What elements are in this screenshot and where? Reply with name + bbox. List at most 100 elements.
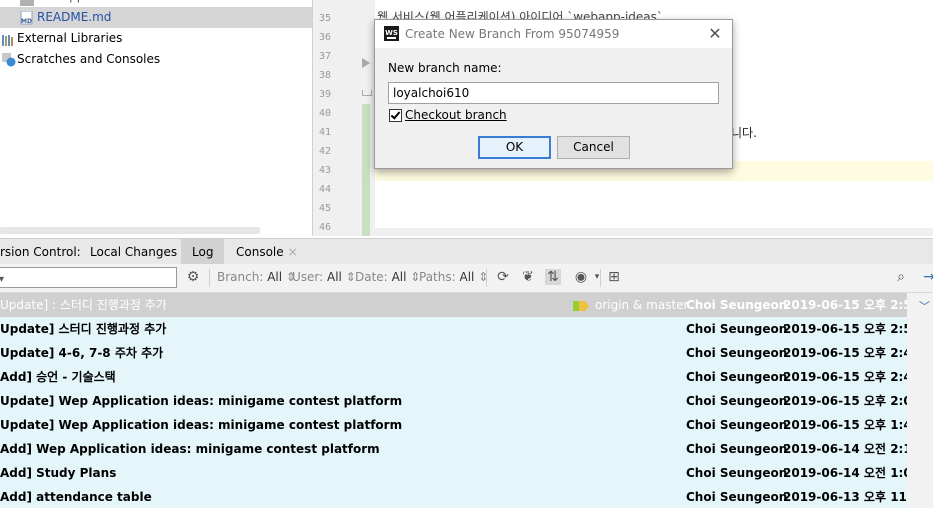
line-number: 41 [318,127,331,138]
commit-date: 2019-06-13 오후 11:4 [783,490,907,504]
cherry-pick-icon[interactable]: ❦ [520,269,536,285]
library-icon [2,32,16,46]
paths-filter[interactable]: Paths: All ⇕ [419,270,488,284]
webstorm-app-icon: WS [384,26,399,41]
commit-date: 2019-06-15 오후 2:43 [783,370,907,384]
commit-message: Update] 스터디 진행과정 추가 [0,322,167,336]
version-control-label: rsion Control: [0,245,81,259]
commit-date: 2019-06-15 오후 1:43 [783,418,907,432]
tree-item-scratches[interactable]: Scratches and Consoles [0,49,312,70]
ref-labels: origin & master [573,293,688,317]
svg-text:MD: MD [21,18,32,25]
chevron-down-icon[interactable]: ﹀ [919,298,930,314]
gear-icon[interactable]: ⚙ [185,269,201,285]
line-number: 45 [318,203,331,214]
fold-end-icon[interactable] [362,90,372,96]
tab-log[interactable]: Log [181,239,224,265]
tree-item-label: README.md [37,10,112,24]
line-number: 35 [318,13,331,24]
table-row[interactable]: Add] 승언 - 기술스택 Choi Seungeon 2019-06-15 … [0,365,907,389]
toolbar-separator [209,269,210,287]
dialog-titlebar[interactable]: WS Create New Branch From 95074959 ✕ [375,20,732,48]
table-row[interactable]: Add] attendance table Choi Seungeon 2019… [0,485,907,508]
commit-message: Update] Wep Application ideas: minigame … [0,418,403,432]
commit-date: 2019-06-15 오후 2:59 [783,298,907,312]
table-row[interactable]: Add] Wep Application ideas: minigame con… [0,437,907,461]
create-branch-dialog: WS Create New Branch From 95074959 ✕ New… [374,19,733,169]
intellisort-icon[interactable]: ⇅ [545,269,561,285]
tree-item-label: webapp-ideas [37,0,121,7]
eye-icon[interactable]: ◉ [573,269,589,285]
table-row[interactable]: Update] Wep Application ideas: minigame … [0,413,907,437]
commit-date: 2019-06-15 오후 2:02 [783,394,907,408]
commit-list: Update] : 스터디 진행과정 추가 origin & master Ch… [0,293,907,508]
arrow-right-icon[interactable]: → [921,269,933,285]
branch-filter-value: All [267,270,283,284]
scratches-icon [2,53,16,67]
search-history-icon[interactable]: ▾ [0,274,4,285]
tag-icon [573,300,589,311]
user-filter[interactable]: User: All ⇕ [292,270,356,284]
close-icon[interactable]: ✕ [704,23,726,45]
ref-label-text: origin & master [595,298,689,312]
toolbar-separator [600,269,601,287]
log-filter-input[interactable]: ▾ [0,267,177,288]
commit-author: Choi Seungeon [686,394,788,408]
details-panel-strip [907,293,933,508]
branch-name-input[interactable] [388,82,719,104]
folder-icon [20,0,34,6]
table-row[interactable]: Add] Study Plans Choi Seungeon 2019-06-1… [0,461,907,485]
tree-item-external-libraries[interactable]: External Libraries [0,28,312,49]
line-number: 43 [318,165,331,176]
tree-horizontal-scrollbar[interactable] [0,227,260,234]
fold-arrow-icon[interactable] [362,58,370,68]
commit-date: 2019-06-15 오후 2:46 [783,346,907,360]
commit-author: Choi Seungeon [686,442,788,456]
tree-item-partial[interactable]: webapp-ideas [0,0,312,7]
commit-message: Add] Wep Application ideas: minigame con… [0,442,380,456]
new-tab-icon[interactable]: ⊞ [606,269,622,285]
markdown-file-icon: MD [20,10,34,25]
tab-console[interactable]: Console × [236,239,298,265]
date-filter[interactable]: Date: All ⇕ [355,270,420,284]
commit-author: Choi Seungeon [686,322,788,336]
branch-filter[interactable]: Branch: All ⇕ [217,270,296,284]
ok-button[interactable]: OK [478,136,551,159]
branch-name-label: New branch name: [388,61,502,75]
checkout-branch-checkbox[interactable] [389,109,402,122]
table-row[interactable]: Update] : 스터디 진행과정 추가 origin & master Ch… [0,293,907,317]
user-filter-label: User: [292,270,324,284]
table-row[interactable]: Update] Wep Application ideas: minigame … [0,389,907,413]
commit-message: Update] 4-6, 7-8 주차 추가 [0,346,164,360]
tool-window-tabbar: rsion Control: Local Changes Log Console… [0,238,933,265]
tree-item-label: External Libraries [17,31,123,45]
commit-date: 2019-06-14 오전 1:00 [783,466,907,480]
toolbar-separator [486,269,487,287]
refresh-icon[interactable]: ⟳ [495,269,511,285]
commit-date: 2019-06-14 오전 2:11 [783,442,907,456]
commit-message: Add] attendance table [0,490,152,504]
tab-local-changes[interactable]: Local Changes [90,239,177,265]
editor-horizontal-scrollbar[interactable] [375,228,933,236]
checkout-branch-label-text: Checkout branch [405,108,507,122]
line-number: 40 [318,108,331,119]
checkout-branch-label[interactable]: Checkout branch [405,108,507,122]
commit-author: Choi Seungeon [686,490,788,504]
line-number: 44 [318,184,331,195]
dialog-title: Create New Branch From 95074959 [405,27,620,41]
cancel-button[interactable]: Cancel [557,136,630,159]
line-number: 37 [318,51,331,62]
table-row[interactable]: Update] 4-6, 7-8 주차 추가 Choi Seungeon 201… [0,341,907,365]
line-number: 46 [318,222,331,233]
commit-author: Choi Seungeon [686,466,788,480]
vcs-change-marker[interactable] [362,104,370,236]
line-number: 38 [318,70,331,81]
line-number: 39 [318,89,331,100]
close-icon[interactable]: × [288,245,298,259]
tree-item-readme[interactable]: MD README.md [0,7,312,28]
search-icon[interactable]: ⌕ [893,269,909,285]
eye-dropdown-icon[interactable]: ▾ [589,269,605,285]
commit-message: Update] : 스터디 진행과정 추가 [0,298,167,312]
table-row[interactable]: Update] 스터디 진행과정 추가 Choi Seungeon 2019-0… [0,317,907,341]
line-number: 42 [318,146,331,157]
